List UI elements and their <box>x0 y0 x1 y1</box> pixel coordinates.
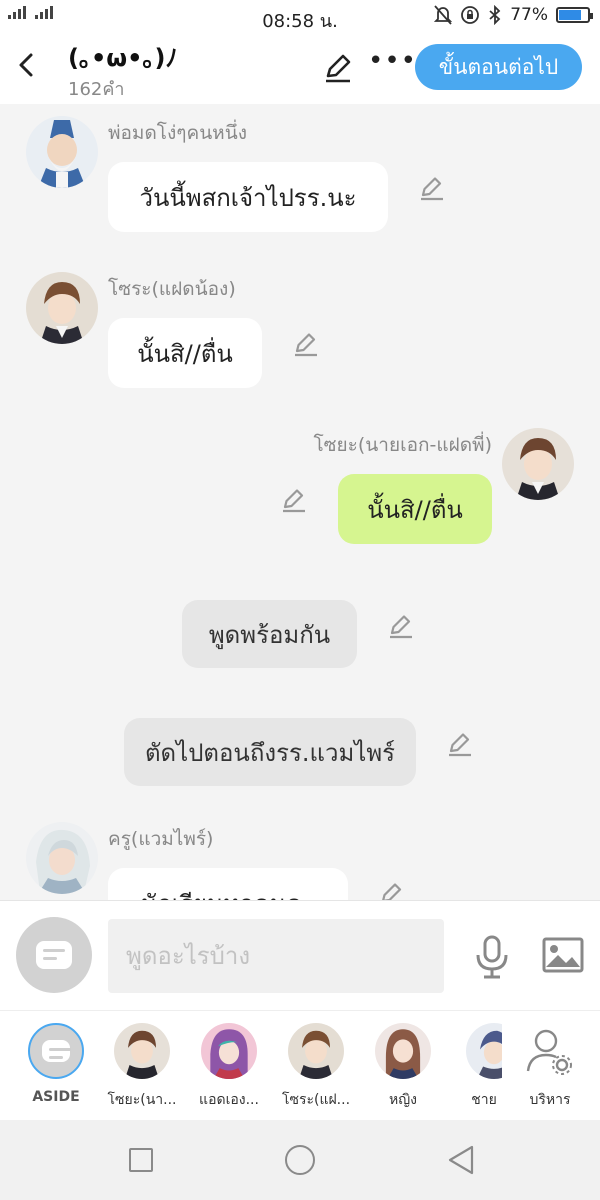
teacher-avatar-image <box>26 822 98 894</box>
avatar-sora[interactable] <box>26 272 98 344</box>
chat-header: (｡•ω•｡)ﾉ 162คำ ••• ขั้นตอนต่อไป <box>0 32 600 104</box>
speaker-name: โซระ(แฝดน้อง) <box>108 278 236 300</box>
speaker-name: พ่อมดโง่ๆคนหนึ่ง <box>108 122 247 144</box>
speaker-name: โซยะ(นายเอก-แฝดพี่) <box>313 434 492 456</box>
sora-avatar-image <box>26 272 98 344</box>
message-icon <box>36 941 72 969</box>
next-step-button[interactable]: ขั้นตอนต่อไป <box>415 44 582 90</box>
edit-message-pen-icon[interactable] <box>280 486 308 514</box>
avatar-teacher[interactable] <box>26 822 98 894</box>
chat-area[interactable]: พ่อมดโง่ๆคนหนึ่ง วันนี้พสกเจ้าไปรร.นะ โซ… <box>0 104 600 900</box>
home-button[interactable] <box>285 1145 315 1175</box>
character-label: โซยะ(นา... <box>107 1092 177 1108</box>
rotation-lock-icon <box>461 6 480 24</box>
wizard-avatar-image <box>26 116 98 188</box>
back-nav-button[interactable] <box>446 1144 476 1176</box>
story-title: (｡•ω•｡)ﾉ <box>68 44 178 72</box>
message-bubble[interactable]: วันนี้พสกเจ้าไปรร.นะ <box>108 162 388 232</box>
word-count: 162คำ <box>68 79 125 100</box>
message-bubble[interactable]: นั้นสิ//ตื่น <box>108 318 262 388</box>
battery-percent: 77% <box>510 5 548 25</box>
battery-icon <box>556 7 593 23</box>
back-button[interactable] <box>14 50 40 80</box>
aside-avatar <box>28 1023 84 1079</box>
edit-message-pen-icon[interactable] <box>378 880 406 900</box>
avatar-wizard[interactable] <box>26 116 98 188</box>
avatar-soya[interactable] <box>502 428 574 500</box>
input-bar <box>0 900 600 1010</box>
character-boy[interactable]: ชาย <box>446 1023 502 1111</box>
character-aside[interactable]: ASIDE <box>14 1023 98 1105</box>
character-bar: ASIDE โซยะ(นา... แอดเอง... โซระ(แฝ... หญ… <box>0 1010 600 1120</box>
recent-apps-button[interactable] <box>129 1148 153 1172</box>
edit-message-pen-icon[interactable] <box>418 174 446 202</box>
character-label: ชาย <box>471 1092 497 1108</box>
more-options-button[interactable]: ••• <box>368 46 417 76</box>
character-avatar <box>114 1023 170 1079</box>
system-nav-bar <box>0 1120 600 1200</box>
soya-avatar-image <box>502 428 574 500</box>
message-input[interactable] <box>108 919 444 993</box>
message-bubble[interactable]: นักเรียนทุกคนคะ <box>108 868 348 900</box>
character-soya[interactable]: โซยะ(นา... <box>100 1023 184 1111</box>
bell-off-icon <box>434 5 453 25</box>
character-admin[interactable]: แอดเอง... <box>187 1023 271 1111</box>
narration-bubble[interactable]: พูดพร้อมกัน <box>182 600 357 668</box>
speaker-name: ครู(แวมไพร์) <box>108 828 214 850</box>
message-icon <box>42 1040 71 1062</box>
character-label: บริหาร <box>529 1092 571 1108</box>
manage-users-icon <box>526 1029 572 1075</box>
edit-message-pen-icon[interactable] <box>292 330 320 358</box>
character-sora[interactable]: โซระ(แฝ... <box>274 1023 358 1111</box>
character-girl[interactable]: หญิง <box>361 1023 445 1111</box>
chevron-left-icon <box>19 53 33 77</box>
bluetooth-icon <box>489 5 501 25</box>
status-right: 77% <box>434 5 593 25</box>
image-icon[interactable] <box>542 937 584 973</box>
narration-bubble[interactable]: ตัดไปตอนถึงรร.แวมไพร์ <box>124 718 416 786</box>
edit-message-pen-icon[interactable] <box>446 730 474 758</box>
character-avatar <box>288 1023 344 1079</box>
character-avatar <box>466 1023 502 1079</box>
edit-title-pen-icon[interactable] <box>322 52 354 84</box>
my-message-bubble[interactable]: นั้นสิ//ตื่น <box>338 474 492 544</box>
manage-characters-button[interactable]: บริหาร <box>512 1023 588 1111</box>
character-label: โซระ(แฝ... <box>281 1092 351 1108</box>
microphone-icon[interactable] <box>474 935 510 979</box>
aside-toggle-button[interactable] <box>16 917 92 993</box>
character-label: แอดเอง... <box>199 1092 259 1108</box>
status-bar: 08:58 น. 77% <box>0 0 600 32</box>
character-label: ASIDE <box>32 1089 80 1105</box>
character-avatar <box>201 1023 257 1079</box>
character-avatar <box>375 1023 431 1079</box>
character-label: หญิง <box>389 1092 417 1108</box>
edit-message-pen-icon[interactable] <box>387 612 415 640</box>
